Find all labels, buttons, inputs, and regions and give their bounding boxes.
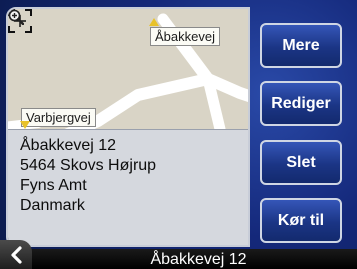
map-label-north: Åbakkevej [150, 27, 220, 46]
chevron-left-icon [11, 245, 22, 264]
address-region: Fyns Amt [20, 177, 87, 194]
flag-icon [20, 121, 30, 129]
address-street: Åbakkevej 12 [20, 137, 117, 154]
edit-button[interactable]: Rediger [260, 81, 342, 126]
drive-to-button[interactable]: Kør til [260, 198, 342, 243]
more-button[interactable]: Mere [260, 23, 342, 68]
address-country: Danmark [20, 197, 85, 214]
zoom-in-icon[interactable] [8, 9, 24, 25]
action-buttons: Mere Rediger Slet Kør til [252, 7, 350, 247]
delete-button[interactable]: Slet [260, 140, 342, 185]
flag-icon [149, 18, 159, 26]
address-postal-city: 5464 Skovs Højrup [20, 157, 157, 174]
bottom-bar-title: Åbakkevej 12 [150, 251, 247, 268]
back-button[interactable] [0, 240, 32, 269]
location-panel: Åbakkevej Varbjergvej Åbakkevej 12 5464 … [6, 7, 250, 247]
map-view[interactable]: Åbakkevej Varbjergvej [8, 9, 248, 129]
address-details: Åbakkevej 12 5464 Skovs Højrup Fyns Amt … [8, 129, 248, 245]
map-label-west: Varbjergvej [21, 108, 96, 127]
device-screen: Åbakkevej Varbjergvej Åbakkevej 12 5464 … [0, 0, 357, 269]
